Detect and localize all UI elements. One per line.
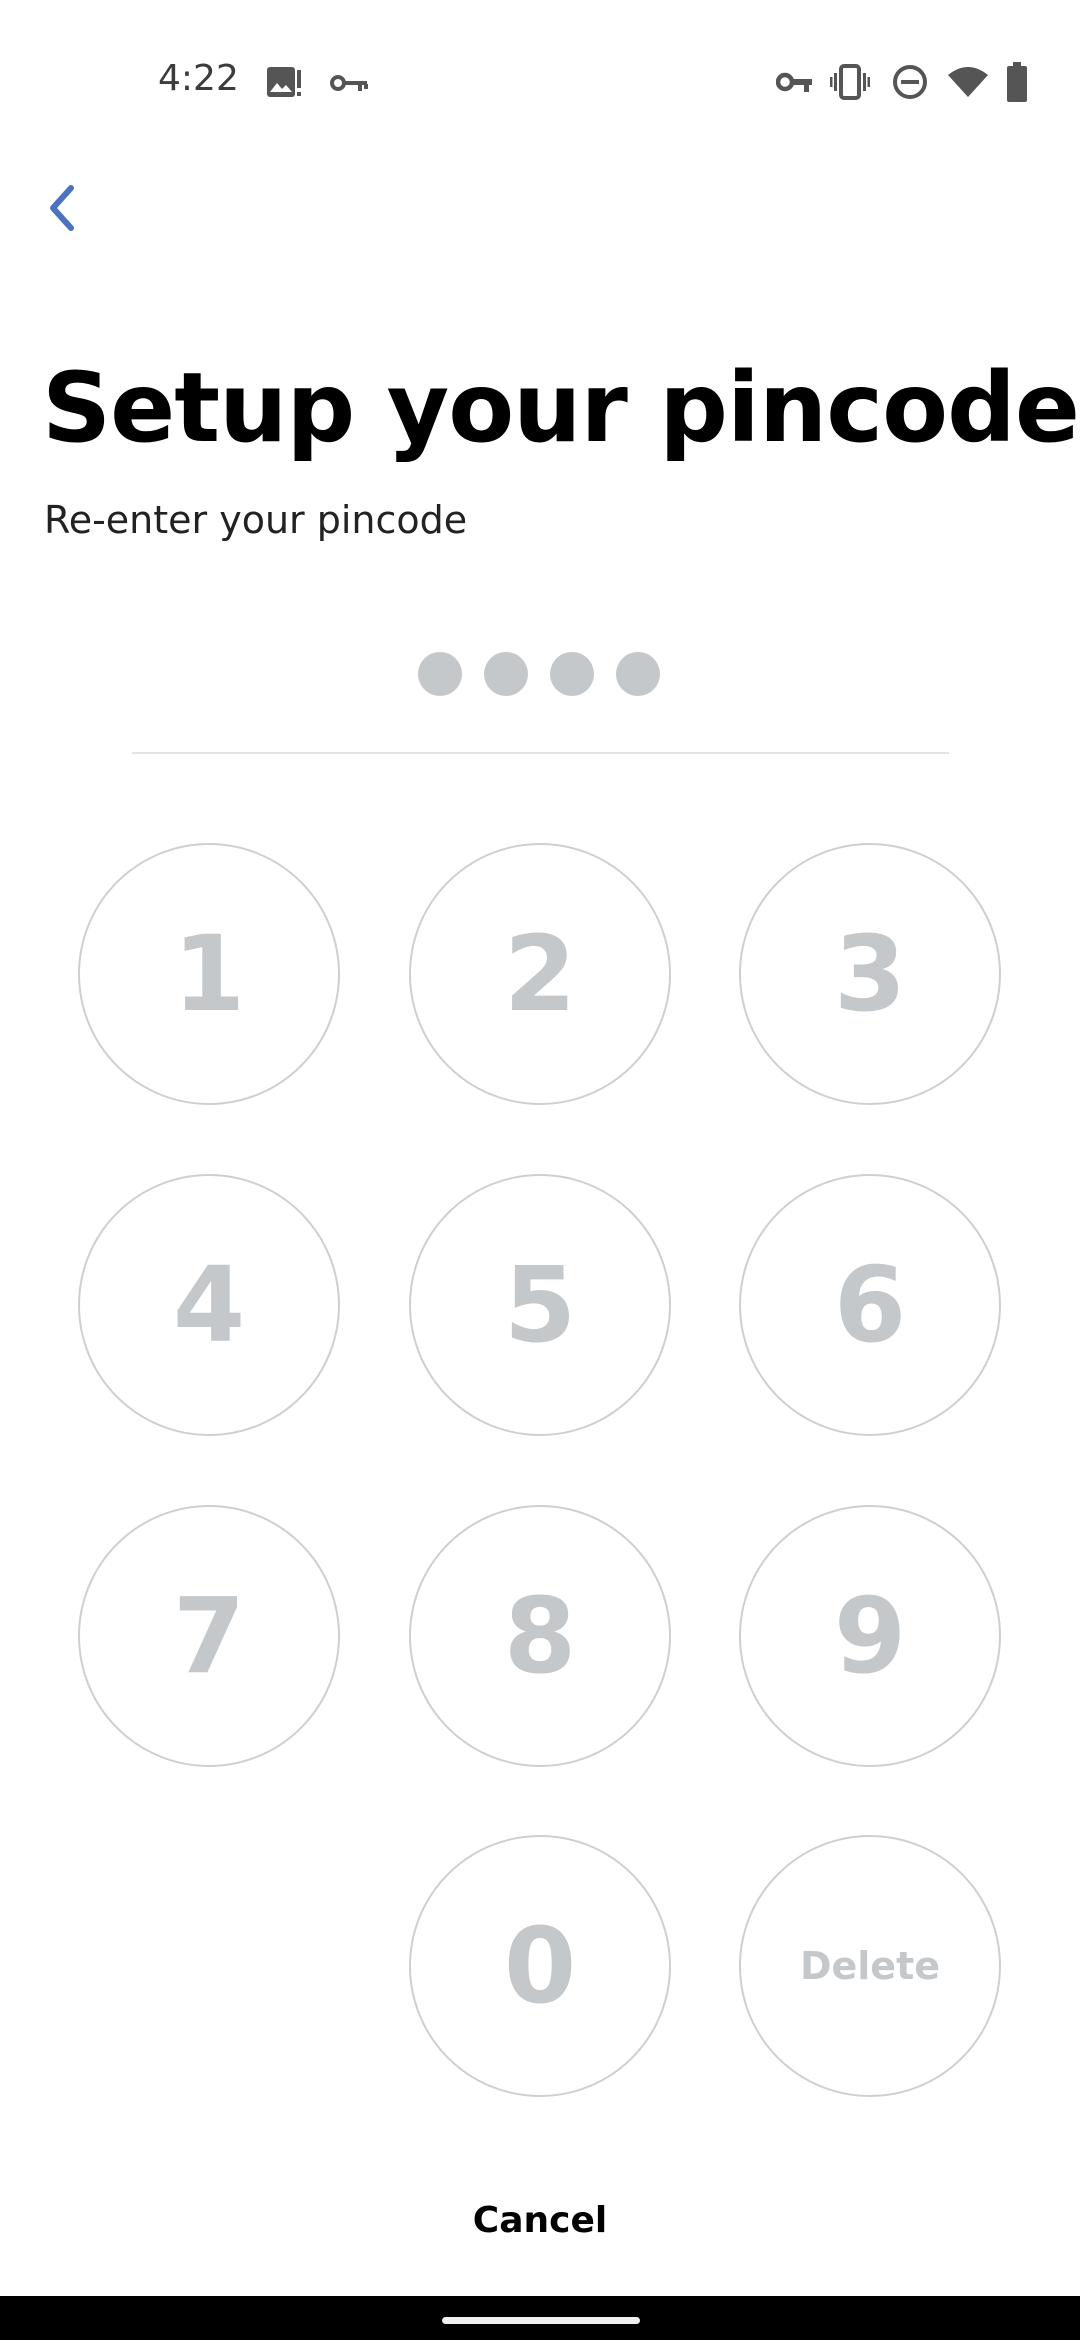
delete-button[interactable]: Delete [739, 1835, 1001, 2097]
divider [132, 752, 949, 754]
page-title: Setup your pincode [42, 352, 1080, 464]
wifi-icon [948, 67, 988, 97]
key-6[interactable]: 6 [739, 1174, 1001, 1436]
back-button[interactable] [30, 176, 94, 240]
image-notification-icon [267, 67, 301, 97]
key-1[interactable]: 1 [78, 843, 340, 1105]
key-0[interactable]: 0 [409, 1835, 671, 2097]
do-not-disturb-icon [893, 65, 927, 99]
cancel-button[interactable]: Cancel [390, 2190, 690, 2250]
pin-dot [550, 652, 594, 696]
key-4[interactable]: 4 [78, 1174, 340, 1436]
key-8[interactable]: 8 [409, 1505, 671, 1767]
key-3[interactable]: 3 [739, 843, 1001, 1105]
chevron-left-icon [50, 185, 74, 231]
pin-dot [484, 652, 528, 696]
key-2[interactable]: 2 [409, 843, 671, 1105]
vpn-key-icon [330, 75, 368, 91]
vibrate-icon [830, 64, 870, 100]
battery-icon [1007, 62, 1027, 102]
key-5[interactable]: 5 [409, 1174, 671, 1436]
page-subtitle: Re-enter your pincode [44, 498, 468, 542]
key-7[interactable]: 7 [78, 1505, 340, 1767]
pin-dot [418, 652, 462, 696]
status-bar: 4:22 [0, 0, 1080, 165]
status-time: 4:22 [158, 58, 239, 99]
pin-indicator [418, 652, 660, 696]
home-gesture-handle[interactable] [442, 2317, 640, 2324]
key-9[interactable]: 9 [739, 1505, 1001, 1767]
pin-dot [616, 652, 660, 696]
vpn-key-icon [776, 72, 812, 92]
